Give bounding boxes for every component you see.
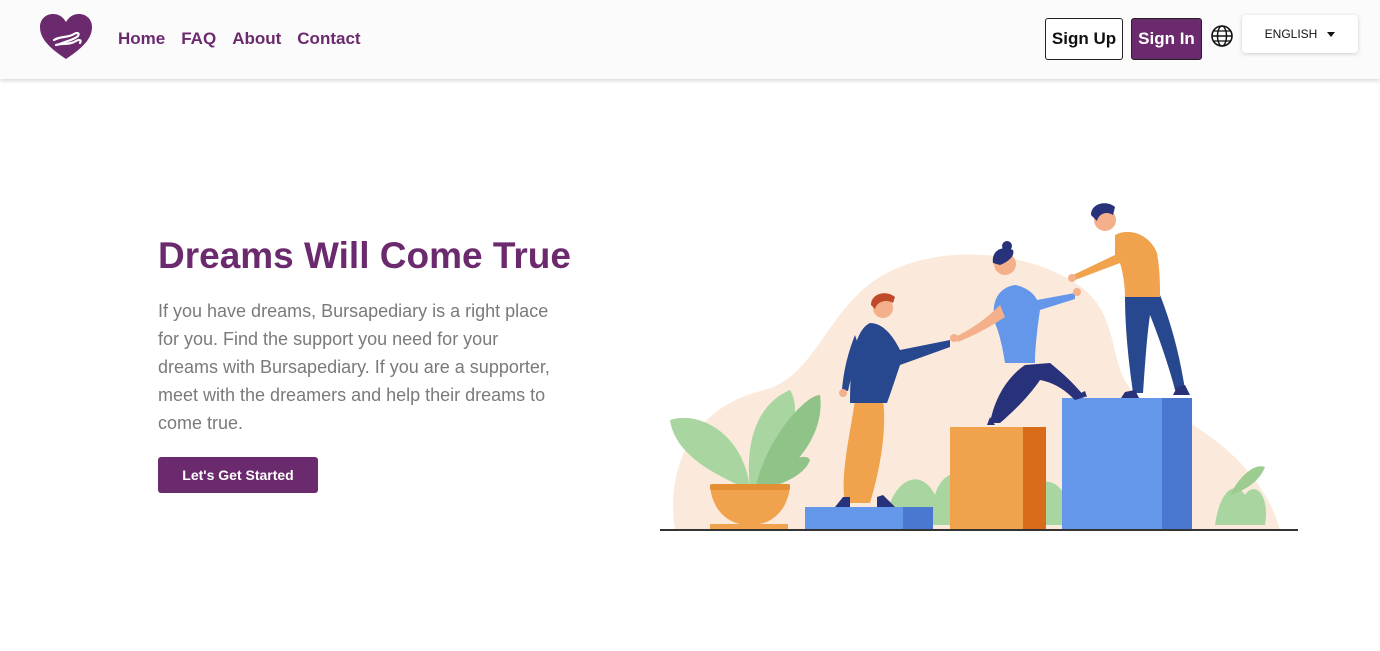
hero-title: Dreams Will Come True bbox=[158, 235, 571, 276]
hero-description: If you have dreams, Bursapediary is a ri… bbox=[158, 301, 550, 433]
heart-hands-logo[interactable] bbox=[38, 12, 94, 62]
language-select[interactable]: ENGLISH bbox=[1242, 15, 1358, 53]
main-nav: Home FAQ About Contact bbox=[118, 29, 377, 49]
language-label: ENGLISH bbox=[1264, 27, 1318, 41]
nav-link-contact[interactable]: Contact bbox=[297, 29, 360, 49]
teamwork-illustration bbox=[660, 203, 1298, 531]
nav-link-home[interactable]: Home bbox=[118, 29, 165, 49]
caret-down-icon bbox=[1327, 31, 1336, 37]
sign-in-button[interactable]: Sign In bbox=[1131, 18, 1202, 60]
sign-up-button[interactable]: Sign Up bbox=[1045, 18, 1123, 60]
navbar: Home FAQ About Contact Sign Up Sign In E… bbox=[0, 0, 1380, 79]
get-started-button[interactable]: Let's Get Started bbox=[158, 457, 318, 493]
nav-link-faq[interactable]: FAQ bbox=[181, 29, 216, 49]
nav-link-about[interactable]: About bbox=[232, 29, 281, 49]
globe-icon[interactable] bbox=[1210, 24, 1234, 48]
